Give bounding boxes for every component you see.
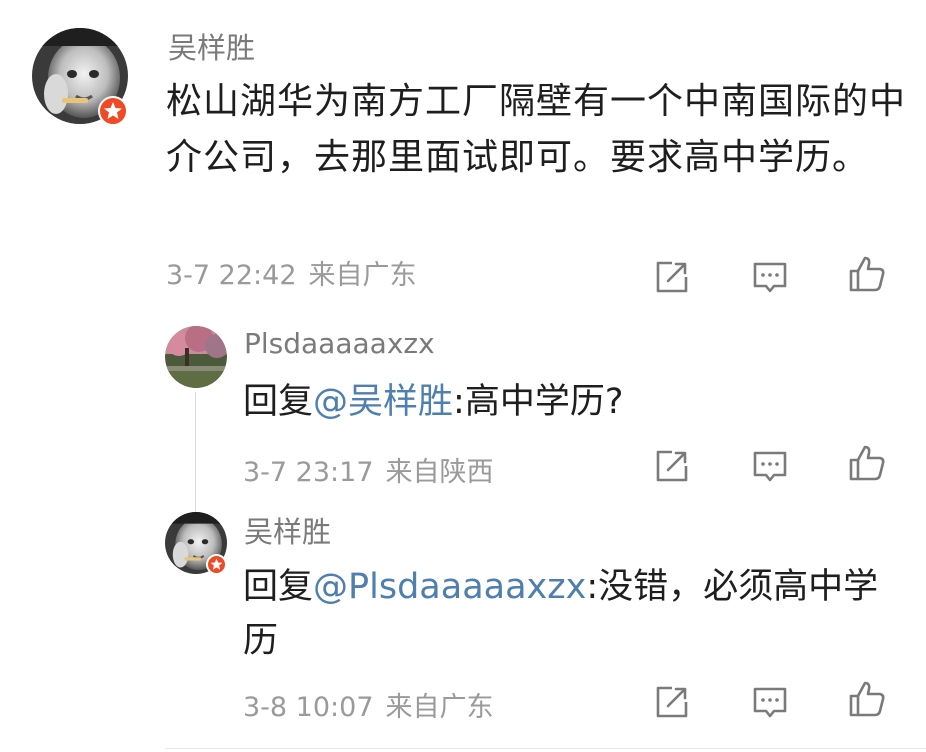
reply-meta: 3-8 10:07 来自广东 — [243, 688, 494, 728]
reply-prefix: 回复 — [243, 567, 314, 607]
like-icon — [849, 445, 885, 481]
reply-text: 回复@吴样胜:高中学历? — [243, 376, 903, 428]
like-icon — [849, 681, 885, 717]
like-icon — [849, 256, 885, 292]
like-button[interactable] — [847, 443, 887, 483]
comment-icon — [753, 262, 787, 293]
author-avatar[interactable] — [32, 28, 128, 126]
share-icon — [656, 686, 688, 718]
reply-time: 3-7 23:17 — [243, 457, 374, 488]
comment-button[interactable] — [750, 446, 790, 486]
comment-icon — [753, 687, 787, 718]
comment-location: 来自广东 — [308, 260, 417, 291]
share-button[interactable] — [652, 446, 692, 486]
comment-icon — [753, 451, 787, 482]
reply-location: 来自陕西 — [385, 457, 494, 488]
reply-time: 3-8 10:07 — [243, 692, 374, 723]
comment-time: 3-7 22:42 — [166, 260, 297, 291]
verified-badge-icon — [206, 554, 227, 575]
divider — [165, 748, 926, 749]
like-button[interactable] — [847, 679, 887, 719]
reply-location: 来自广东 — [385, 692, 494, 723]
share-button[interactable] — [652, 257, 692, 297]
verified-badge-icon — [98, 96, 128, 126]
comment-meta: 3-7 22:42 来自广东 — [166, 256, 417, 296]
comment-text: 松山湖华为南方工厂隔壁有一个中南国际的中介公司，去那里面试即可。要求高中学历。 — [166, 81, 907, 178]
reply-author-name[interactable]: 吴样胜 — [244, 514, 331, 550]
thread-connector — [195, 392, 196, 524]
reply-meta: 3-7 23:17 来自陕西 — [243, 453, 494, 493]
share-button[interactable] — [652, 682, 692, 722]
reply-prefix: 回复 — [243, 382, 314, 422]
reply-author-name[interactable]: Plsdaaaaaxzx — [244, 326, 435, 362]
landscape-photo-icon — [165, 326, 227, 388]
reply-avatar[interactable] — [165, 326, 227, 388]
like-button[interactable] — [847, 254, 887, 294]
reply-avatar[interactable] — [165, 512, 227, 575]
mention-link[interactable]: @吴样胜 — [313, 382, 453, 422]
reply-body: :高中学历? — [453, 382, 624, 422]
comment-button[interactable] — [750, 682, 790, 722]
mention-link[interactable]: @Plsdaaaaaxzx — [313, 567, 586, 607]
share-icon — [656, 450, 688, 482]
share-icon — [656, 261, 688, 293]
comment-author-name[interactable]: 吴样胜 — [168, 30, 255, 66]
comment-button[interactable] — [750, 257, 790, 297]
reply-text: 回复@Plsdaaaaaxzx:没错，必须高中学历 — [243, 560, 893, 668]
